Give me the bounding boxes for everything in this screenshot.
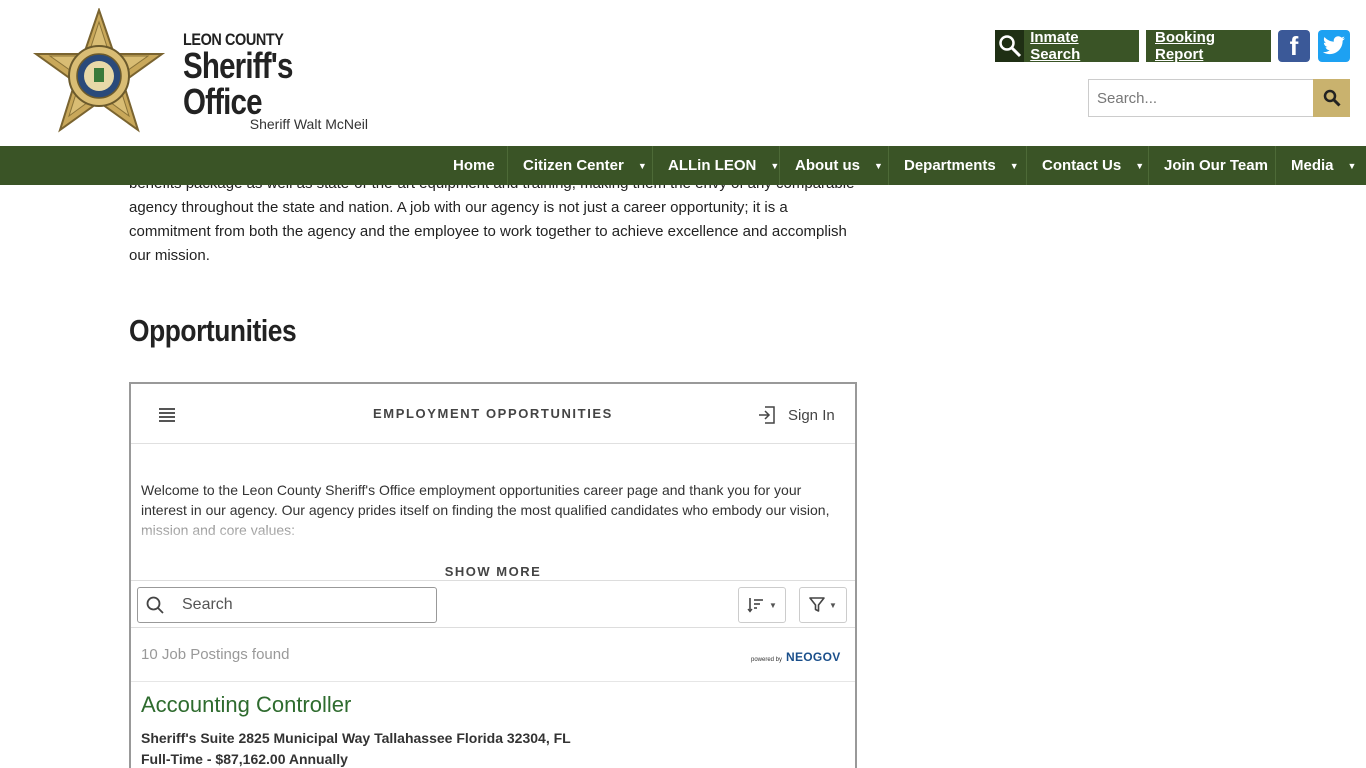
nav-label: Departments (904, 157, 996, 174)
nav-media[interactable]: Media ▼ (1275, 146, 1356, 185)
employment-widget: EMPLOYMENT OPPORTUNITIES Sign In Welcome… (129, 382, 857, 768)
page-heading: Opportunities (129, 313, 297, 348)
nav-label: About us (795, 157, 860, 174)
facebook-icon[interactable]: f (1278, 30, 1310, 62)
caret-down-icon: ▼ (829, 600, 837, 610)
sign-in-link[interactable]: Sign In (758, 406, 835, 424)
nav-join-our-team[interactable]: Join Our Team (1148, 146, 1268, 185)
nav-citizen-center[interactable]: Citizen Center ▼ (507, 146, 647, 185)
caret-down-icon: ▼ (1009, 160, 1019, 171)
widget-header: EMPLOYMENT OPPORTUNITIES Sign In (131, 384, 855, 444)
caret-down-icon: ▼ (770, 160, 780, 171)
widget-title: EMPLOYMENT OPPORTUNITIES (373, 406, 613, 421)
nav-label: Media (1291, 157, 1334, 174)
site-search-input[interactable]: Search... (1088, 79, 1314, 117)
job-search-input[interactable]: Search (137, 587, 437, 623)
job-count: 10 Job Postings found (141, 646, 290, 663)
nav-allin-leon[interactable]: ALLin LEON ▼ (652, 146, 779, 185)
inmate-search-button[interactable]: Inmate Search (995, 29, 1139, 63)
magnifier-icon (995, 30, 1025, 62)
show-more-button[interactable]: SHOW MORE (131, 564, 855, 579)
site-header: LEON COUNTY Sheriff's Office Sheriff Wal… (0, 0, 1366, 146)
nav-home[interactable]: Home (438, 146, 495, 185)
search-icon (1323, 89, 1341, 107)
text-fade-overlay (131, 520, 855, 548)
nav-label: Citizen Center (523, 157, 624, 174)
nav-departments[interactable]: Departments ▼ (888, 146, 1019, 185)
nav-label: Contact Us (1042, 157, 1122, 174)
inmate-search-label: Inmate Search (1030, 29, 1081, 63)
brand-block[interactable]: LEON COUNTY Sheriff's Office Sheriff Wal… (183, 30, 383, 132)
site-search-button[interactable] (1313, 79, 1350, 117)
caret-down-icon: ▼ (769, 600, 777, 610)
caret-down-icon: ▼ (637, 160, 647, 171)
nav-contact-us[interactable]: Contact Us ▼ (1026, 146, 1144, 185)
sheriff-badge-logo[interactable] (30, 8, 168, 140)
job-location: Sheriff's Suite 2825 Municipal Way Talla… (141, 730, 571, 746)
filter-icon (809, 597, 825, 612)
job-title-link[interactable]: Accounting Controller (141, 692, 351, 718)
sort-icon (747, 598, 764, 613)
nav-label: Home (453, 157, 495, 174)
sort-button[interactable]: ▼ (738, 587, 786, 623)
booking-report-label: Booking Report (1155, 29, 1215, 63)
divider (131, 681, 855, 682)
job-toolbar: Search ▼ ▼ (131, 580, 855, 628)
booking-report-button[interactable]: Booking Report (1146, 29, 1271, 63)
filter-button[interactable]: ▼ (799, 587, 847, 623)
sign-in-icon (759, 406, 775, 424)
main-nav: Home Citizen Center ▼ ALLin LEON ▼ About u… (0, 146, 1366, 185)
neogov-label: NEOGOV (786, 650, 841, 664)
caret-down-icon: ▼ (874, 160, 883, 171)
twitter-icon[interactable] (1318, 30, 1350, 62)
intro-paragraph: benefits package as well as state-of-the… (129, 175, 854, 264)
nav-about-us[interactable]: About us ▼ (779, 146, 883, 185)
powered-by-label: powered by (751, 657, 783, 663)
job-type-salary: Full-Time - $87,162.00 Annually (141, 751, 348, 767)
job-search-placeholder: Search (182, 596, 233, 613)
nav-label: Join Our Team (1164, 157, 1268, 174)
sign-in-label: Sign In (788, 406, 835, 424)
brand-office: Sheriff's Office (183, 45, 293, 122)
nav-label: ALLin LEON (668, 157, 757, 174)
caret-down-icon: ▼ (1347, 160, 1357, 171)
caret-down-icon: ▼ (1135, 160, 1145, 171)
neogov-logo[interactable]: powered by NEOGOV (751, 650, 841, 664)
search-icon (146, 596, 164, 614)
